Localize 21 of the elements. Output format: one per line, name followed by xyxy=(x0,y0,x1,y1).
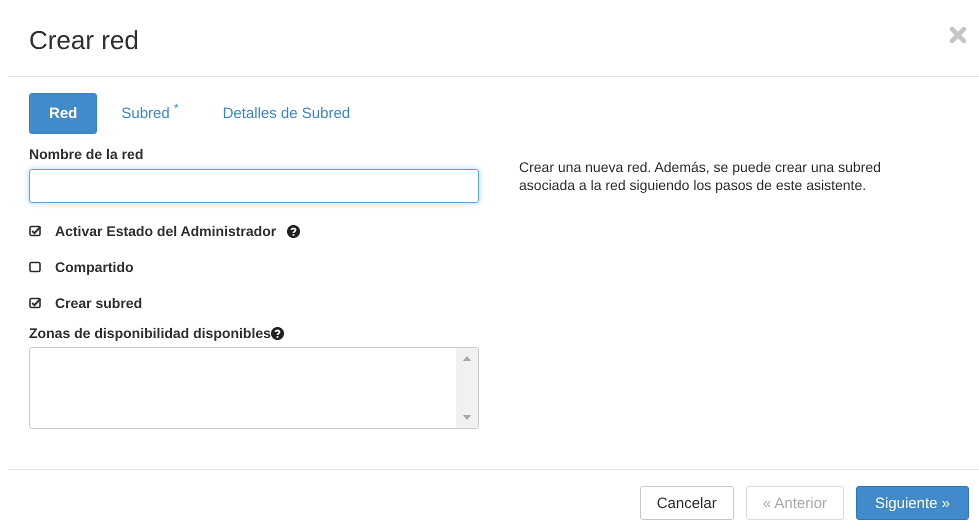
close-icon[interactable] xyxy=(949,27,967,43)
scroll-up-arrow-icon[interactable] xyxy=(463,356,471,361)
dialog-title: Crear red xyxy=(29,24,139,56)
checkbox-label: Compartido xyxy=(55,259,134,275)
network-name-field[interactable] xyxy=(29,169,479,203)
checkbox[interactable] xyxy=(29,297,41,309)
description-text: Crear una nueva red. Además, se puede crear una subred asociada a la red siguiendo los pasos de este asistente. xyxy=(519,158,882,194)
checkbox-label: Crear subred xyxy=(55,295,142,311)
button[interactable]: Cancelar xyxy=(640,486,734,520)
checkbox[interactable] xyxy=(29,225,41,237)
scrollbar[interactable] xyxy=(456,348,478,428)
tab[interactable]: Detalles de Subred xyxy=(202,93,370,134)
field-label: Zonas de disponibilidad disponibles xyxy=(29,325,271,341)
checkbox-label: Activar Estado del Administrador xyxy=(55,223,276,239)
tab[interactable]: Red xyxy=(29,93,98,134)
checkbox[interactable] xyxy=(29,261,41,273)
scroll-down-arrow-icon[interactable] xyxy=(463,415,471,420)
availability-zones-list[interactable] xyxy=(29,347,479,429)
tab[interactable]: Subred $^{*}$ xyxy=(101,93,199,134)
field-label: Nombre de la red xyxy=(29,146,144,162)
button[interactable]: Siguiente » xyxy=(856,486,969,520)
